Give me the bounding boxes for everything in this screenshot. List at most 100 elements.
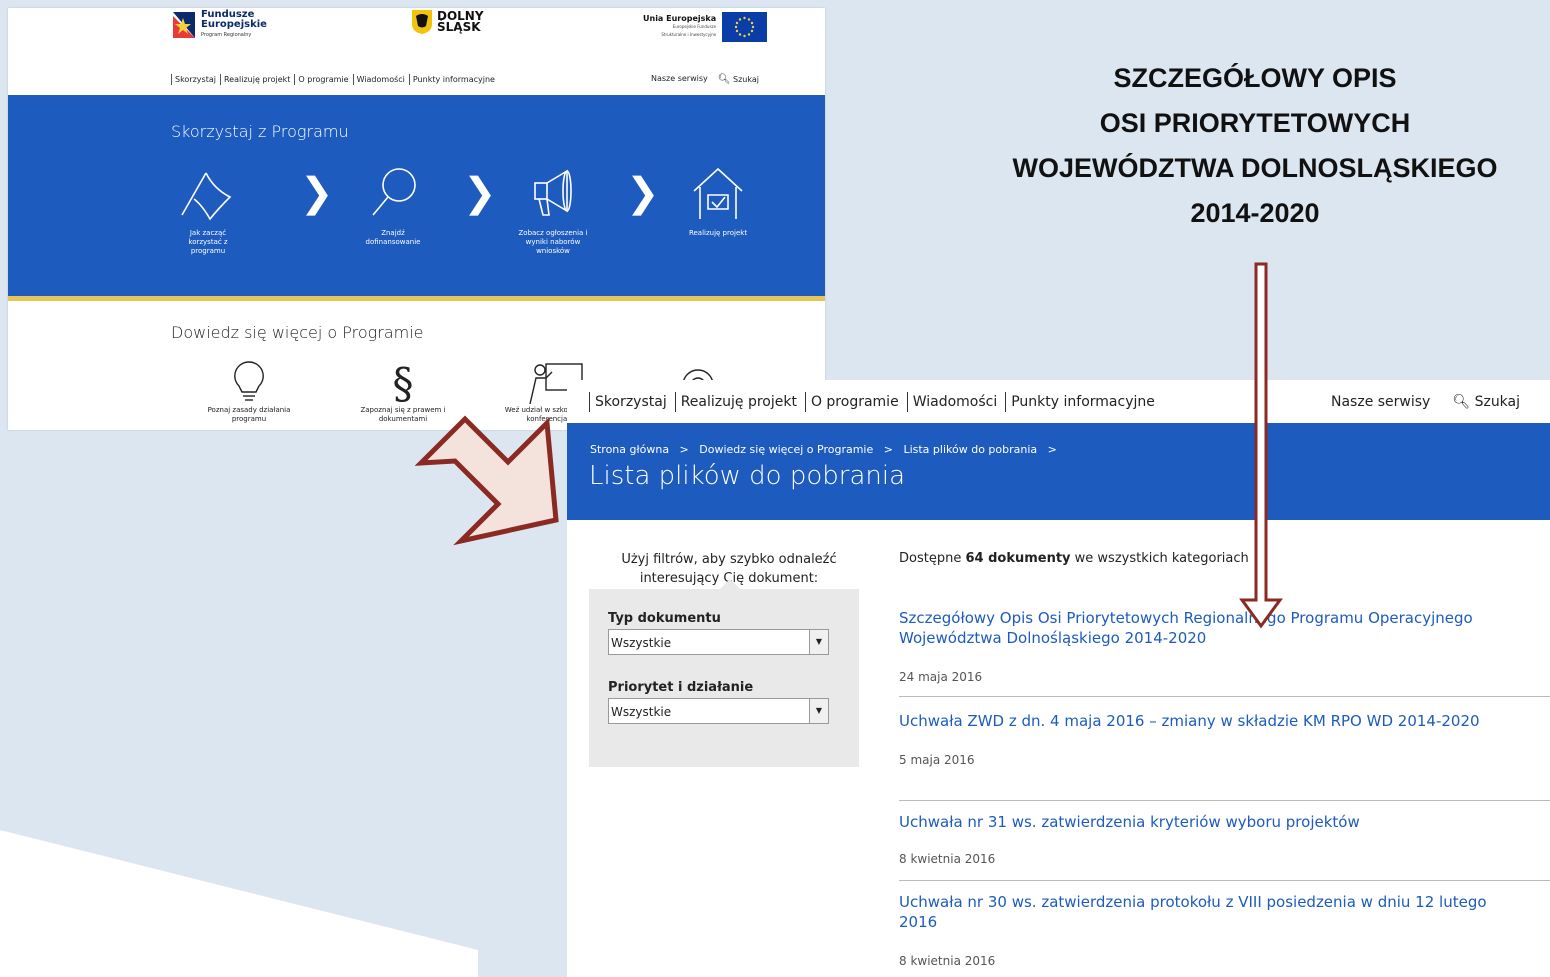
step-label: Realizuję projekt [688, 229, 748, 237]
document-date: 8 kwietnia 2016 [899, 852, 996, 866]
nav-punkty-informacyjne[interactable]: Punkty informacyjne [1005, 392, 1163, 412]
nav-right: Nasze serwisy 🔍︎ Szukaj [1331, 394, 1520, 410]
step-realizuje[interactable]: Realizuję projekt [673, 165, 763, 238]
filter-notch [719, 579, 741, 590]
document-item: Uchwała nr 31 ws. zatwierdzenia kryterió… [899, 812, 1519, 866]
paragraph-icon: § [393, 360, 414, 404]
chevron-right-icon: ❯ [300, 170, 334, 216]
logo-bar: Fundusze Europejskie Program Regionalny … [8, 8, 825, 68]
ds-line2: ŚLĄSK [437, 20, 481, 34]
homepage-screenshot: Fundusze Europejskie Program Regionalny … [8, 8, 825, 430]
annotation-heading: SZCZEGÓŁOWY OPIS OSI PRIORYTETOWYCH WOJE… [905, 56, 1550, 236]
flag-icon [181, 172, 232, 221]
available-count-text: Dostępne 64 dokumenty we wszystkich kate… [899, 551, 1249, 566]
nav-skorzystaj[interactable]: Skorzystaj [171, 74, 220, 85]
nav-realizuje-projekt[interactable]: Realizuję projekt [674, 392, 805, 412]
nav-nasze-serwisy[interactable]: Nasze serwisy [651, 74, 708, 85]
filter-label-typ: Typ dokumentu [608, 611, 721, 626]
document-link[interactable]: Szczegółowy Opis Osi Priorytetowych Regi… [899, 608, 1519, 648]
breadcrumb-home[interactable]: Strona główna [590, 443, 669, 456]
fe-line2: Europejskie [201, 19, 267, 30]
heading-line1: SZCZEGÓŁOWY OPIS [1113, 63, 1397, 93]
step-label: Jak zacząć korzystać z programu [188, 229, 228, 255]
breadcrumb: Strona główna > Dowiedz się więcej o Pro… [590, 443, 1057, 456]
dropdown-arrow-icon[interactable]: ▼ [809, 699, 828, 723]
ue-line1: Unia Europejska [643, 14, 717, 23]
heading-line4: 2014-2020 [1190, 198, 1320, 228]
breadcrumb-dowiedz[interactable]: Dowiedz się więcej o Programie [699, 443, 873, 456]
fe-line3: Program Regionalny [201, 32, 252, 38]
nav-o-programie[interactable]: O programie [804, 392, 907, 412]
search-icon: 🔍︎ [717, 74, 731, 85]
typ-dokumentu-select[interactable]: Wszystkie ▼ [608, 629, 829, 655]
chevron-right-icon: ❯ [626, 170, 660, 216]
step-label: Znajdź dofinansowanie [365, 229, 421, 246]
document-date: 24 maja 2016 [899, 670, 983, 684]
nav-wiadomosci[interactable]: Wiadomości [906, 392, 1006, 412]
more-label: Poznaj zasady działania programu [207, 406, 291, 423]
more-label: Zapoznaj się z prawem i dokumentami [360, 406, 446, 423]
eagle-shield-icon [412, 10, 432, 34]
select-value: Wszystkie [611, 705, 672, 719]
step-znajdz[interactable]: Znajdź dofinansowanie [348, 165, 438, 247]
nav-right: Nasze serwisy 🔍︎ Szukaj [651, 74, 759, 85]
heading-line2: OSI PRIORYTETOWYCH [1099, 108, 1411, 138]
ue-line3: Strukturalne i Inwestycyjne [661, 32, 717, 37]
document-date: 8 kwietnia 2016 [899, 954, 996, 968]
house-check-icon [693, 167, 743, 219]
divider [899, 800, 1550, 801]
step-ogloszenia[interactable]: Zobacz ogłoszenia i wyniki naborów wnios… [508, 165, 598, 256]
breadcrumb-separator: > [1040, 443, 1057, 456]
more-prawo[interactable]: § Zapoznaj się z prawem i dokumentami [348, 360, 458, 424]
document-link[interactable]: Uchwała nr 30 ws. zatwierdzenia protokoł… [899, 892, 1519, 932]
available-count: 64 dokumenty [965, 551, 1071, 566]
nav-skorzystaj[interactable]: Skorzystaj [589, 392, 675, 412]
priorytet-select[interactable]: Wszystkie ▼ [608, 698, 829, 724]
page-title: Lista plików do pobrania [589, 461, 906, 491]
hero-banner: Skorzystaj z Programu Jak zacząć korzyst… [8, 95, 825, 301]
more-zasady[interactable]: Poznaj zasady działania programu [194, 360, 304, 424]
nav-wiadomosci[interactable]: Wiadomości [352, 74, 409, 85]
step-jak-zaczac[interactable]: Jak zacząć korzystać z programu [163, 165, 253, 256]
hero-title: Skorzystaj z Programu [171, 122, 349, 141]
search-icon: 🔍︎ [1452, 394, 1471, 410]
search-link[interactable]: 🔍︎ Szukaj [718, 74, 759, 85]
document-item: Szczegółowy Opis Osi Priorytetowych Regi… [899, 608, 1519, 684]
chevron-right-icon: ❯ [463, 170, 497, 216]
nav-o-programie[interactable]: O programie [294, 74, 352, 85]
page-header: Strona główna > Dowiedz się więcej o Pro… [567, 423, 1550, 520]
filter-label-priorytet: Priorytet i działanie [608, 680, 754, 695]
available-prefix: Dostępne [899, 551, 966, 566]
eu-flag-icon [722, 12, 768, 42]
breadcrumb-separator: > [672, 443, 696, 456]
search-label: Szukaj [733, 75, 759, 84]
ue-line2: Europejskie Fundusze [672, 24, 717, 29]
nav-nasze-serwisy[interactable]: Nasze serwisy [1331, 394, 1430, 410]
main-nav: Skorzystaj Realizuję projekt O programie… [589, 392, 1163, 412]
document-link[interactable]: Uchwała ZWD z dn. 4 maja 2016 – zmiany w… [899, 711, 1519, 731]
downloads-screenshot: Skorzystaj Realizuję projekt O programie… [567, 380, 1550, 977]
breadcrumb-separator: > [876, 443, 900, 456]
more-title: Dowiedz się więcej o Programie [171, 323, 424, 342]
document-date: 5 maja 2016 [899, 753, 975, 767]
available-suffix: we wszystkich kategoriach [1070, 551, 1249, 566]
step-label: Zobacz ogłoszenia i wyniki naborów wnios… [518, 229, 588, 255]
divider [899, 880, 1550, 881]
document-item: Uchwała ZWD z dn. 4 maja 2016 – zmiany w… [899, 711, 1519, 767]
svg-text:§: § [393, 360, 414, 404]
nav-realizuje-projekt[interactable]: Realizuję projekt [219, 74, 294, 85]
document-link[interactable]: Uchwała nr 31 ws. zatwierdzenia kryterió… [899, 812, 1519, 832]
unia-europejska-logo: Unia Europejska Europejskie Fundusze Str… [643, 12, 768, 42]
magnifier-icon [372, 168, 416, 216]
select-value: Wszystkie [611, 636, 672, 650]
nav-punkty-informacyjne[interactable]: Punkty informacyjne [408, 74, 499, 85]
filter-panel: Typ dokumentu Wszystkie ▼ Priorytet i dz… [589, 579, 859, 767]
main-nav: Skorzystaj Realizuję projekt O programie… [171, 74, 499, 85]
search-link[interactable]: 🔍︎ Szukaj [1452, 394, 1520, 410]
dolny-slask-logo: DOLNY ŚLĄSK [412, 10, 484, 34]
breadcrumb-current[interactable]: Lista plików do pobrania [903, 443, 1037, 456]
fe-star-icon [173, 12, 195, 38]
dropdown-arrow-icon[interactable]: ▼ [809, 630, 828, 654]
lightbulb-icon [234, 361, 264, 401]
search-label: Szukaj [1474, 394, 1521, 410]
